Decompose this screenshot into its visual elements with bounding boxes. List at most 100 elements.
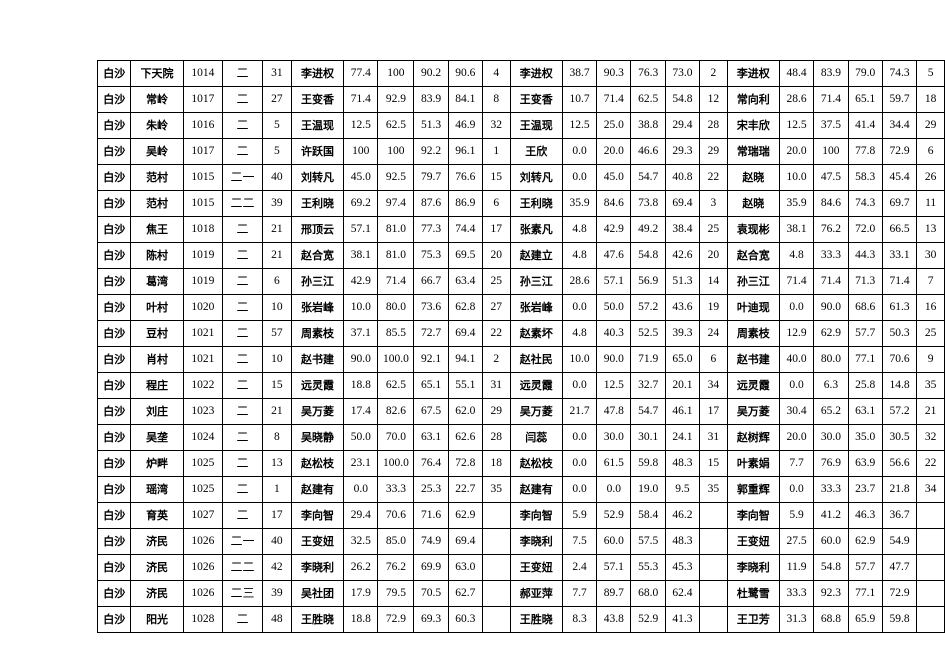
table-row[interactable]: 白沙 刘庄 1023 二 21 吴万菱 17.4 82.6 67.5 62.0 29 吴万菱 21.7 4… — [96, 398, 945, 425]
table-row[interactable]: 白沙 豆村 1021 二 57 周素枝 37.1 85.5 72.7 69.4 22 赵素坏 4.8 40… — [96, 320, 945, 347]
score-a2-cell[interactable]: 33.3 — [377, 476, 415, 503]
rank-a-cell[interactable]: 18 — [482, 450, 511, 477]
rank-c-cell[interactable]: 16 — [916, 294, 945, 321]
name-c-cell[interactable]: 叶迪现 — [726, 294, 780, 321]
score-c3-cell[interactable]: 41.4 — [847, 112, 883, 139]
name-c-cell[interactable]: 赵晓 — [726, 164, 780, 191]
score-a1-cell[interactable]: 90.0 — [343, 346, 379, 373]
score-a2-cell[interactable]: 92.9 — [377, 86, 415, 113]
count-cell[interactable]: 42 — [261, 554, 292, 581]
score-b1-cell[interactable]: 0.0 — [561, 450, 598, 477]
score-c2-cell[interactable]: 33.3 — [813, 476, 849, 503]
score-b2-cell[interactable]: 30.0 — [596, 424, 632, 451]
region-cell[interactable]: 白沙 — [96, 528, 132, 555]
grade-cell[interactable]: 二 — [222, 294, 263, 321]
score-c3-cell[interactable]: 71.3 — [847, 268, 883, 295]
code-cell[interactable]: 1027 — [182, 502, 224, 529]
village-cell[interactable]: 炉畔 — [130, 450, 184, 477]
code-cell[interactable]: 1021 — [182, 320, 224, 347]
rank-b-cell[interactable] — [699, 606, 728, 633]
score-a3-cell[interactable]: 25.3 — [413, 476, 449, 503]
name-c-cell[interactable]: 吴万菱 — [726, 398, 780, 425]
score-a4-cell[interactable]: 69.4 — [447, 320, 484, 347]
rank-c-cell[interactable]: 26 — [916, 164, 945, 191]
score-c3-cell[interactable]: 65.1 — [847, 86, 883, 113]
name-a-cell[interactable]: 吴万菱 — [290, 398, 345, 425]
table-row[interactable]: 白沙 范村 1015 二一 40 刘转凡 45.0 92.5 79.7 76.6 15 刘转凡 0.0 4… — [96, 164, 945, 191]
score-b3-cell[interactable]: 58.4 — [630, 502, 666, 529]
score-c1-cell[interactable]: 48.4 — [778, 60, 815, 87]
count-cell[interactable]: 1 — [261, 476, 292, 503]
region-cell[interactable]: 白沙 — [96, 580, 132, 607]
grade-cell[interactable]: 二 — [222, 476, 263, 503]
grade-cell[interactable]: 二 — [222, 268, 263, 295]
name-b-cell[interactable]: 赵社民 — [509, 346, 563, 373]
score-c2-cell[interactable]: 60.0 — [813, 528, 849, 555]
score-c1-cell[interactable]: 20.0 — [778, 138, 815, 165]
rank-c-cell[interactable]: 18 — [916, 86, 945, 113]
rank-a-cell[interactable]: 25 — [482, 268, 511, 295]
score-c1-cell[interactable]: 7.7 — [778, 450, 815, 477]
score-c3-cell[interactable]: 57.7 — [847, 320, 883, 347]
score-c3-cell[interactable]: 62.9 — [847, 528, 883, 555]
score-b3-cell[interactable]: 19.0 — [630, 476, 666, 503]
village-cell[interactable]: 吴岭 — [130, 138, 184, 165]
count-cell[interactable]: 8 — [261, 424, 292, 451]
name-b-cell[interactable]: 远灵霞 — [509, 372, 563, 399]
score-a4-cell[interactable]: 60.3 — [447, 606, 484, 633]
rank-b-cell[interactable]: 2 — [699, 60, 728, 87]
village-cell[interactable]: 育英 — [130, 502, 184, 529]
score-a1-cell[interactable]: 17.4 — [343, 398, 379, 425]
name-c-cell[interactable]: 远灵霞 — [726, 372, 780, 399]
table-row[interactable]: 白沙 肖村 1021 二 10 赵书建 90.0 100.0 92.1 94.1 2 赵社民 10.0 9… — [96, 346, 945, 373]
score-b1-cell[interactable]: 5.9 — [561, 502, 598, 529]
name-b-cell[interactable]: 王利晓 — [509, 190, 563, 217]
name-b-cell[interactable]: 赵建立 — [509, 242, 563, 269]
score-b4-cell[interactable]: 20.1 — [664, 372, 701, 399]
score-b3-cell[interactable]: 54.7 — [630, 164, 666, 191]
score-a4-cell[interactable]: 90.6 — [447, 60, 484, 87]
score-c2-cell[interactable]: 76.2 — [813, 216, 849, 243]
rank-a-cell[interactable]: 17 — [482, 216, 511, 243]
score-b2-cell[interactable]: 71.4 — [596, 86, 632, 113]
rank-a-cell[interactable]: 6 — [482, 190, 511, 217]
score-c2-cell[interactable]: 30.0 — [813, 424, 849, 451]
region-cell[interactable]: 白沙 — [96, 398, 132, 425]
region-cell[interactable]: 白沙 — [96, 86, 132, 113]
score-b1-cell[interactable]: 0.0 — [561, 294, 598, 321]
score-a3-cell[interactable]: 70.5 — [413, 580, 449, 607]
code-cell[interactable]: 1020 — [182, 294, 224, 321]
score-c4-cell[interactable]: 54.9 — [881, 528, 918, 555]
score-c3-cell[interactable]: 79.0 — [847, 60, 883, 87]
village-cell[interactable]: 下天院 — [130, 60, 184, 87]
rank-c-cell[interactable] — [916, 502, 945, 529]
rank-a-cell[interactable]: 27 — [482, 294, 511, 321]
grade-cell[interactable]: 二二 — [222, 554, 263, 581]
rank-a-cell[interactable] — [482, 554, 511, 581]
table-row[interactable]: 白沙 陈村 1019 二 21 赵合宽 38.1 81.0 75.3 69.5 20 赵建立 4.8 47… — [96, 242, 945, 269]
village-cell[interactable]: 范村 — [130, 164, 184, 191]
score-c2-cell[interactable]: 76.9 — [813, 450, 849, 477]
rank-a-cell[interactable] — [482, 528, 511, 555]
name-b-cell[interactable]: 李进权 — [509, 60, 563, 87]
score-b1-cell[interactable]: 38.7 — [561, 60, 598, 87]
name-c-cell[interactable]: 李晓利 — [726, 554, 780, 581]
grade-cell[interactable]: 二二 — [222, 190, 263, 217]
count-cell[interactable]: 17 — [261, 502, 292, 529]
score-b3-cell[interactable]: 49.2 — [630, 216, 666, 243]
score-a2-cell[interactable]: 85.0 — [377, 528, 415, 555]
score-a3-cell[interactable]: 74.9 — [413, 528, 449, 555]
count-cell[interactable]: 39 — [261, 580, 292, 607]
count-cell[interactable]: 5 — [261, 112, 292, 139]
count-cell[interactable]: 31 — [261, 60, 292, 87]
rank-b-cell[interactable]: 15 — [699, 450, 728, 477]
code-cell[interactable]: 1026 — [182, 580, 224, 607]
score-c3-cell[interactable]: 72.0 — [847, 216, 883, 243]
rank-b-cell[interactable]: 20 — [699, 242, 728, 269]
score-a2-cell[interactable]: 70.6 — [377, 502, 415, 529]
score-c1-cell[interactable]: 12.9 — [778, 320, 815, 347]
rank-a-cell[interactable]: 8 — [482, 86, 511, 113]
score-c2-cell[interactable]: 83.9 — [813, 60, 849, 87]
grade-cell[interactable]: 二 — [222, 60, 263, 87]
score-c1-cell[interactable]: 12.5 — [778, 112, 815, 139]
